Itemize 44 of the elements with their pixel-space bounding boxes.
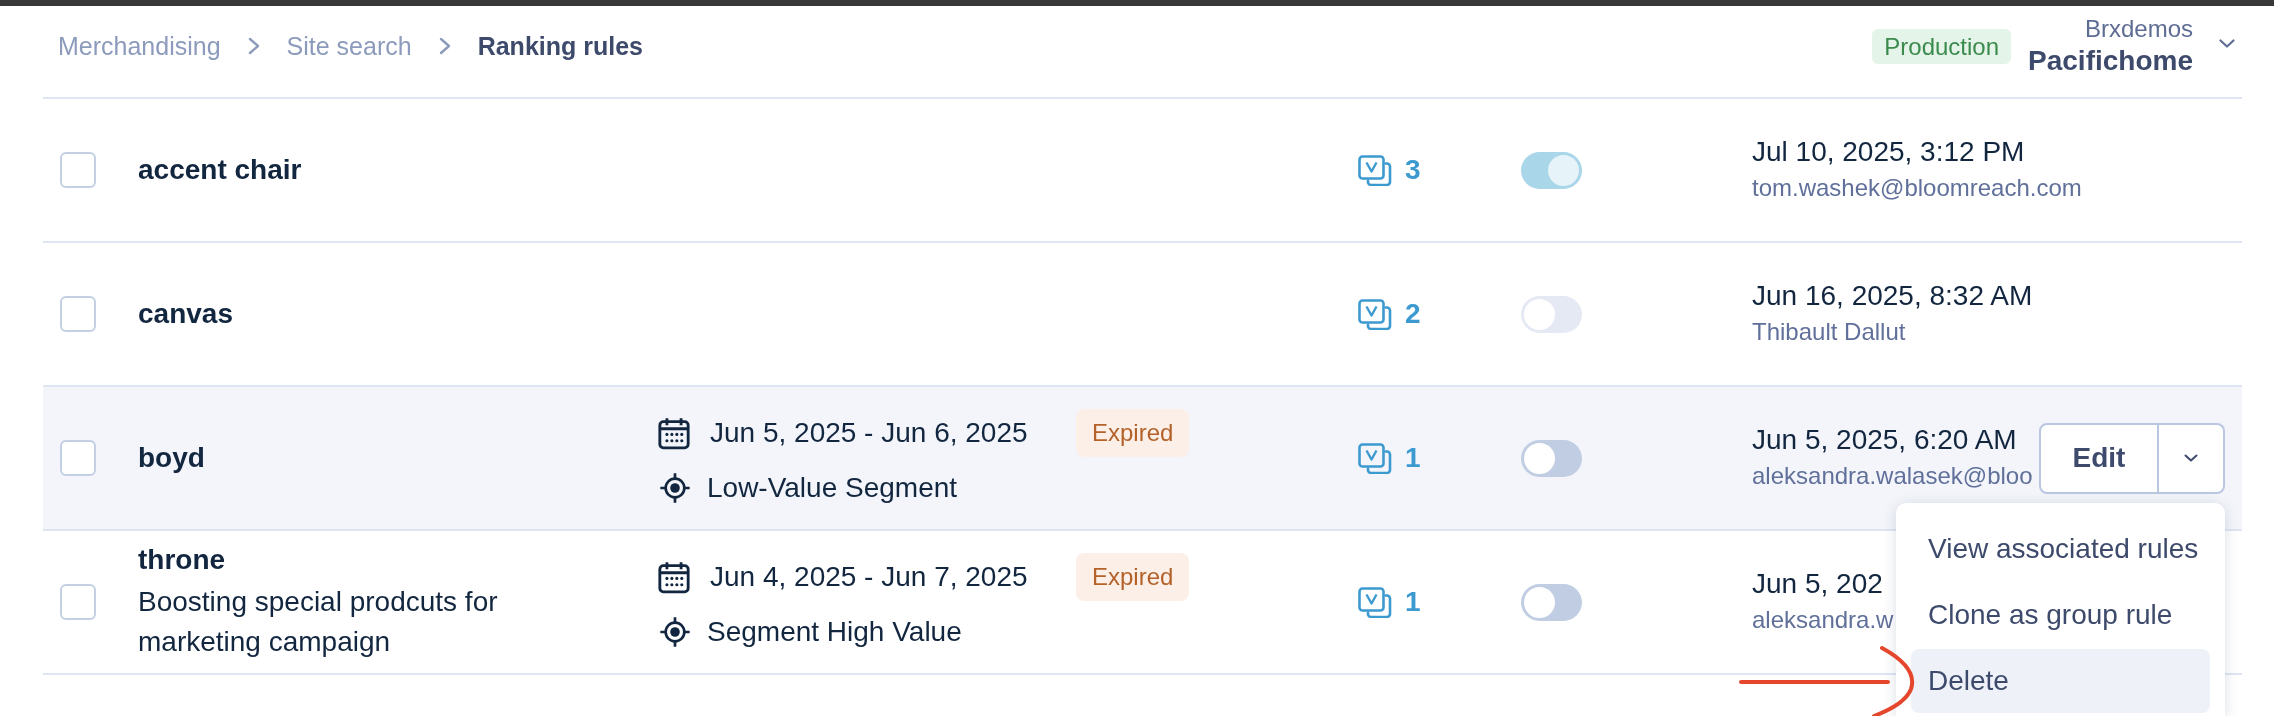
rule-name: canvas xyxy=(138,297,233,331)
date-range: Jun 4, 2025 - Jun 7, 2025 xyxy=(710,559,1028,594)
updated-date: Jun 5, 2025, 6:20 AM xyxy=(1752,423,2017,457)
current-page-title: Ranking rules xyxy=(477,31,643,62)
row-checkbox[interactable] xyxy=(60,296,96,332)
stacked-squares-icon xyxy=(1358,154,1392,186)
associated-rules-link[interactable]: 3 xyxy=(1358,152,1421,188)
calendar-icon xyxy=(657,415,691,450)
author-name: aleksandra.w xyxy=(1752,605,1894,635)
segment-name: Low-Value Segment xyxy=(707,470,958,505)
environment-badge: Production xyxy=(1872,28,2012,64)
calendar-icon xyxy=(657,559,691,594)
rule-description: Boosting special prodcuts for marketing campaign xyxy=(138,585,499,659)
updated-date: Jul 10, 2025, 3:12 PM xyxy=(1752,135,2025,169)
rule-name: throne xyxy=(138,543,226,577)
organization-name: Brxdemos xyxy=(2084,14,2193,44)
date-range: Jun 5, 2025 - Jun 6, 2025 xyxy=(710,415,1028,450)
stacked-squares-icon xyxy=(1358,586,1392,618)
chevron-right-icon xyxy=(438,37,451,55)
toggle-switch[interactable] xyxy=(1521,295,1582,333)
toggle-switch[interactable] xyxy=(1521,151,1582,189)
updated-date: Jun 5, 202 xyxy=(1752,567,1883,601)
author-name: aleksandra.walasek@bloo xyxy=(1752,461,2033,491)
account-menu-button[interactable] xyxy=(2219,38,2235,48)
rule-name: boyd xyxy=(138,441,205,475)
associated-rules-link[interactable]: 2 xyxy=(1358,296,1421,332)
author-name: tom.washek@bloomreach.com xyxy=(1752,173,2082,203)
chevron-down-icon xyxy=(2184,454,2198,462)
status-badge: Expired xyxy=(1076,408,1190,457)
status-badge: Expired xyxy=(1076,552,1190,601)
breadcrumb-link[interactable]: Merchandising xyxy=(58,30,221,62)
chevron-down-icon xyxy=(2219,38,2235,48)
target-icon xyxy=(659,615,691,648)
chevron-right-icon xyxy=(247,37,260,55)
stacked-squares-icon xyxy=(1358,298,1392,330)
stacked-squares-icon xyxy=(1358,442,1392,474)
updated-date: Jun 16, 2025, 8:32 AM xyxy=(1752,279,2033,313)
breadcrumb-link[interactable]: Site search xyxy=(286,30,412,62)
target-icon xyxy=(659,471,691,504)
segment-name: Segment High Value xyxy=(707,614,962,649)
account-name: Pacifichome xyxy=(2028,44,2193,78)
row-checkbox[interactable] xyxy=(60,152,96,188)
author-name: Thibault Dallut xyxy=(1752,317,1906,347)
rule-name: accent chair xyxy=(138,153,302,187)
